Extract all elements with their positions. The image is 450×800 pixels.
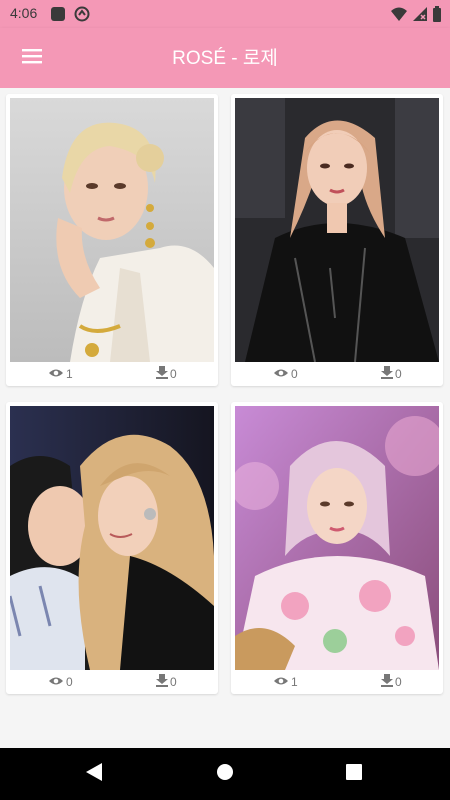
downloads-count: 0 [381,366,402,382]
home-button[interactable] [213,762,237,786]
views-count-value: 1 [66,367,73,381]
photo-thumbnail[interactable] [235,406,439,670]
photo-card[interactable]: 0 0 [231,94,443,386]
home-circle-icon [216,763,234,786]
back-triangle-icon [85,762,103,787]
recents-button[interactable] [342,762,366,786]
wifi-icon [390,6,408,27]
eye-icon [48,367,66,382]
photo-thumbnail[interactable] [10,406,214,670]
downloads-count: 0 [156,366,177,382]
system-nav-bar [0,748,450,800]
battery-icon [432,6,442,27]
downloads-count-value: 0 [395,367,402,381]
eye-icon [273,675,291,690]
signal-icon [412,6,428,27]
eye-icon [273,367,291,382]
photo-thumbnail[interactable] [10,98,214,362]
photo-card[interactable]: 0 0 [6,402,218,694]
views-count: 0 [273,366,298,382]
photo-card[interactable]: 1 0 [6,94,218,386]
app-bar: ROSÉ - 로제 [0,28,450,88]
views-count: 0 [48,674,73,690]
status-time: 4:06 [10,5,38,21]
views-count-value: 0 [291,367,298,381]
views-count: 1 [273,674,298,690]
eye-icon [48,675,66,690]
download-icon [156,674,170,690]
views-count-value: 0 [66,675,73,689]
downloads-count-value: 0 [395,675,402,689]
photo-thumbnail[interactable] [235,98,439,362]
views-count: 1 [48,366,73,382]
download-icon [381,674,395,690]
downloads-count-value: 0 [170,675,177,689]
photo-card[interactable]: 1 0 [231,402,443,694]
status-bar: 4:06 [0,0,450,28]
download-icon [156,366,170,382]
downloads-count-value: 0 [170,367,177,381]
photo-grid[interactable]: 1 0 0 0 0 0 1 0 [0,88,450,748]
recents-square-icon [346,763,362,785]
sync-notification-icon [74,6,90,27]
downloads-count: 0 [381,674,402,690]
download-icon [381,366,395,382]
downloads-count: 0 [156,674,177,690]
back-button[interactable] [82,762,106,786]
views-count-value: 1 [291,675,298,689]
app-title: ROSÉ - 로제 [172,48,278,69]
notification-app-icon [50,6,66,27]
